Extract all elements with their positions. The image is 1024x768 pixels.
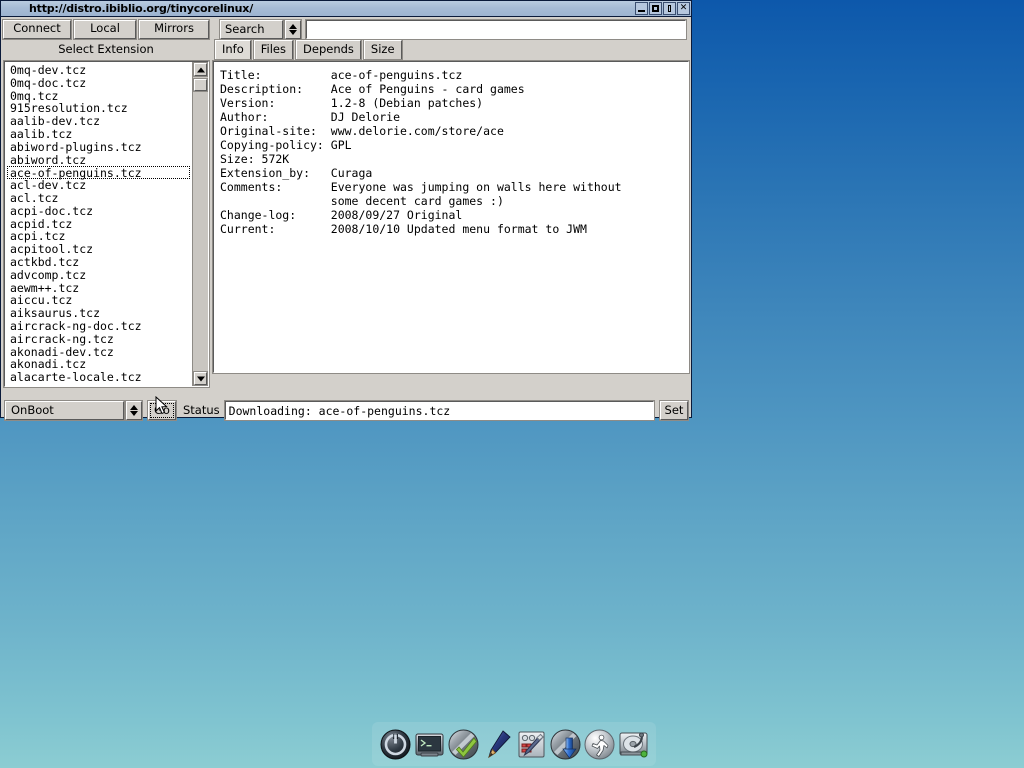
mirrors-button[interactable]: Mirrors xyxy=(139,20,209,39)
list-item[interactable]: aircrack-ng-doc.tcz xyxy=(8,320,192,333)
list-item[interactable]: acl.tcz xyxy=(8,192,192,205)
close-button[interactable]: ✕ xyxy=(677,2,690,15)
info-row: Original-site: www.delorie.com/store/ace xyxy=(220,124,684,138)
list-item[interactable]: abiword-plugins.tcz xyxy=(8,141,192,154)
list-item[interactable]: acpi-doc.tcz xyxy=(8,205,192,218)
status-field[interactable]: Downloading: ace-of-penguins.tcz xyxy=(225,401,654,420)
paintbrush-icon[interactable] xyxy=(481,728,514,761)
info-row: Comments: Everyone was jumping on walls … xyxy=(220,180,684,194)
window-title: http://distro.ibiblio.org/tinycorelinux/ xyxy=(1,1,253,17)
list-item[interactable]: 0mq-doc.tcz xyxy=(8,77,192,90)
details-pane: InfoFilesDependsSize Title: ace-of-pengu… xyxy=(213,39,689,399)
list-item[interactable]: aircrack-ng.tcz xyxy=(8,333,192,346)
details-tabs: InfoFilesDependsSize xyxy=(213,39,689,59)
minimize-button[interactable] xyxy=(635,2,648,15)
runner-icon[interactable] xyxy=(583,728,616,761)
info-row: Current: 2008/10/10 Updated menu format … xyxy=(220,222,684,236)
info-row: Author: DJ Delorie xyxy=(220,110,684,124)
list-item[interactable]: 0mq-dev.tcz xyxy=(8,64,192,77)
list-item[interactable]: aalib.tcz xyxy=(8,128,192,141)
list-item[interactable]: advcomp.tcz xyxy=(8,269,192,282)
info-row: Copying-policy: GPL xyxy=(220,138,684,152)
list-item[interactable]: actkbd.tcz xyxy=(8,256,192,269)
onboot-select[interactable]: OnBoot xyxy=(5,401,142,420)
onboot-spinner-icon[interactable] xyxy=(126,401,142,420)
extension-listbox[interactable]: 0mq-dev.tcz0mq-doc.tcz0mq.tcz915resoluti… xyxy=(4,61,209,387)
control-panel-icon[interactable] xyxy=(515,728,548,761)
focus-outline xyxy=(150,403,174,418)
chevron-down-icon xyxy=(197,376,205,381)
window-controls: ✕ xyxy=(634,2,690,15)
statusbar: OnBoot Go Status Downloading: ace-of-pen… xyxy=(1,399,691,421)
taskbar-dock xyxy=(372,722,656,766)
search-input[interactable] xyxy=(306,20,686,39)
app-browser-window: http://distro.ibiblio.org/tinycorelinux/… xyxy=(0,0,692,418)
info-row: Change-log: 2008/09/27 Original xyxy=(220,208,684,222)
info-row: Description: Ace of Penguins - card game… xyxy=(220,82,684,96)
info-row: Size: 572K xyxy=(220,152,684,166)
search-mode-spinner-icon[interactable] xyxy=(285,20,301,39)
info-row: Extension_by: Curaga xyxy=(220,166,684,180)
local-button[interactable]: Local xyxy=(74,20,136,39)
info-row: Version: 1.2-8 (Debian patches) xyxy=(220,96,684,110)
status-label: Status xyxy=(183,403,220,418)
info-row: Title: ace-of-penguins.tcz xyxy=(220,68,684,82)
info-row: some decent card games :) xyxy=(220,194,684,208)
extension-pane: Select Extension 0mq-dev.tcz0mq-doc.tcz0… xyxy=(3,39,209,399)
list-item[interactable]: alacarte-locale.tcz xyxy=(8,371,192,384)
select-extension-heading: Select Extension xyxy=(3,39,209,61)
search-mode-select[interactable]: Search xyxy=(220,20,301,39)
connect-button[interactable]: Connect xyxy=(3,20,71,39)
extension-list-scrollbar[interactable] xyxy=(192,62,208,386)
maximize-button[interactable] xyxy=(649,2,662,15)
info-panel: Title: ace-of-penguins.tczDescription: A… xyxy=(213,61,689,373)
power-icon[interactable] xyxy=(379,728,412,761)
toolbar: Connect Local Mirrors Search xyxy=(1,17,691,39)
set-button[interactable]: Set xyxy=(660,401,688,420)
list-item[interactable]: abiword.tcz xyxy=(8,154,192,167)
onboot-value: OnBoot xyxy=(5,401,124,420)
close-icon: ✕ xyxy=(678,3,689,14)
chevron-up-icon xyxy=(197,67,205,72)
check-disk-icon[interactable] xyxy=(447,728,480,761)
shade-button[interactable] xyxy=(663,2,676,15)
extension-list[interactable]: 0mq-dev.tcz0mq-doc.tcz0mq.tcz915resoluti… xyxy=(5,62,192,386)
go-button[interactable]: Go xyxy=(148,401,176,420)
harddisk-icon[interactable] xyxy=(617,728,650,761)
download-icon[interactable] xyxy=(549,728,582,761)
scroll-down-button[interactable] xyxy=(194,372,207,385)
window-titlebar[interactable]: http://distro.ibiblio.org/tinycorelinux/… xyxy=(1,1,691,17)
tab-info[interactable]: Info xyxy=(215,40,251,59)
scrollbar-thumb[interactable] xyxy=(194,79,207,91)
tab-size[interactable]: Size xyxy=(364,40,402,59)
search-mode-value: Search xyxy=(220,20,283,39)
terminal-icon[interactable] xyxy=(413,728,446,761)
tab-files[interactable]: Files xyxy=(254,40,293,59)
tab-depends[interactable]: Depends xyxy=(296,40,361,59)
window-body: Select Extension 0mq-dev.tcz0mq-doc.tcz0… xyxy=(1,39,691,399)
scroll-up-button[interactable] xyxy=(194,63,207,76)
